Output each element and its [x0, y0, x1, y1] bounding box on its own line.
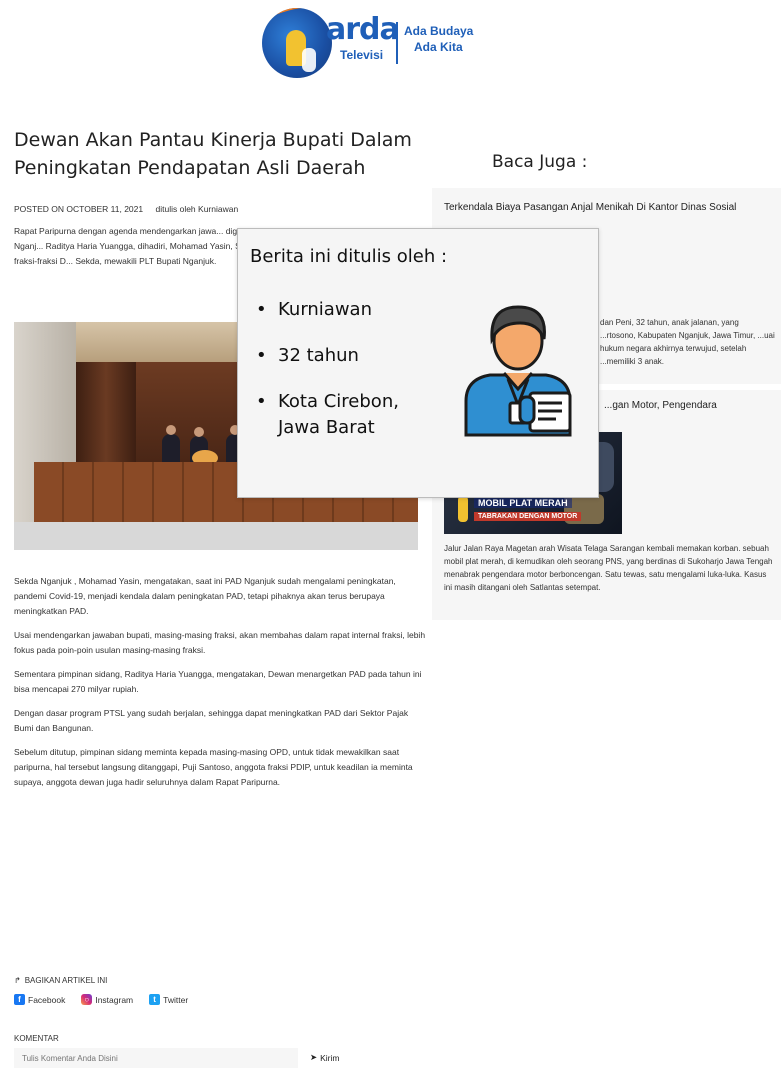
thumbnail-caption-2: TABRAKAN DENGAN MOTOR: [474, 512, 582, 521]
logo-emblem-icon: [262, 8, 332, 78]
share-buttons: f Facebook ○ Instagram t Twitter: [14, 994, 188, 1005]
logo-tagline-1: Ada Budaya: [404, 24, 474, 38]
share-facebook-label: Facebook: [28, 994, 66, 1005]
author-name: Kurniawan: [256, 297, 426, 323]
comment-input[interactable]: [14, 1048, 298, 1068]
article-paragraph: Sebelum ditutup, pimpinan sidang meminta…: [14, 747, 413, 787]
post-author: ditulis oleh Kurniawan: [155, 204, 239, 214]
related-article-title[interactable]: ...gan Motor, Pengendara: [604, 398, 774, 413]
share-twitter-button[interactable]: t Twitter: [149, 994, 188, 1005]
article-paragraph: Sementara pimpinan sidang, Raditya Haria…: [14, 669, 422, 694]
related-article-excerpt: Jalur Jalan Raya Magetan arah Wisata Tel…: [444, 544, 773, 592]
author-popup-title: Berita ini ditulis oleh :: [250, 246, 448, 267]
twitter-icon: t: [149, 994, 161, 1005]
author-location: Kota Cirebon, Jawa Barat: [256, 389, 426, 441]
send-comment-label: Kirim: [320, 1052, 340, 1063]
author-age: 32 tahun: [256, 343, 426, 369]
share-heading-label: BAGIKAN ARTIKEL INI: [24, 976, 108, 985]
thumbnail-caption-1: MOBIL PLAT MERAH: [474, 498, 572, 508]
comment-section-label: KOMENTAR: [14, 1034, 59, 1043]
site-logo[interactable]: arda Televisi Ada Budaya Ada Kita: [262, 6, 482, 80]
related-article-excerpt: dan Peni, 32 tahun, anak jalanan, yang .…: [600, 318, 775, 366]
share-facebook-button[interactable]: f Facebook: [14, 994, 65, 1005]
site-header: arda Televisi Ada Budaya Ada Kita: [0, 0, 781, 90]
share-instagram-button[interactable]: ○ Instagram: [81, 994, 133, 1005]
related-article-title[interactable]: Terkendala Biaya Pasangan Anjal Menikah …: [444, 200, 744, 215]
article-title: Dewan Akan Pantau Kinerja Bupati Dalam P…: [14, 129, 412, 179]
article-body: Sekda Nganjuk , Mohamad Yasin, mengataka…: [14, 574, 428, 799]
send-icon: ➤: [310, 1052, 318, 1062]
send-comment-button[interactable]: ➤ Kirim: [310, 1052, 339, 1063]
instagram-icon: ○: [81, 994, 93, 1005]
article-paragraph: Dengan dasar program PTSL yang sudah ber…: [14, 708, 409, 733]
facebook-icon: f: [14, 994, 25, 1005]
logo-wordmark: arda: [326, 12, 400, 47]
article-meta: POSTED ON OCTOBER 11, 2021 ditulis oleh …: [14, 204, 426, 214]
logo-tagline-2: Ada Kita: [414, 40, 463, 54]
author-info-popup: Berita ini ditulis oleh : Kurniawan 32 t…: [237, 228, 599, 498]
share-heading: ↱ BAGIKAN ARTIKEL INI: [14, 976, 107, 985]
reporter-icon: [464, 305, 572, 437]
author-details-list: Kurniawan 32 tahun Kota Cirebon, Jawa Ba…: [256, 297, 426, 461]
logo-divider: [396, 22, 398, 64]
article-paragraph: Sekda Nganjuk , Mohamad Yasin, mengataka…: [14, 576, 396, 616]
share-twitter-label: Twitter: [163, 994, 189, 1005]
sidebar-title: Baca Juga :: [492, 152, 588, 172]
logo-subtitle: Televisi: [340, 48, 384, 62]
share-section: ↱ BAGIKAN ARTIKEL INI: [14, 976, 107, 985]
post-date: POSTED ON OCTOBER 11, 2021: [14, 204, 144, 214]
article-paragraph: Usai mendengarkan jawaban bupati, masing…: [14, 630, 426, 655]
share-instagram-label: Instagram: [95, 994, 134, 1005]
share-icon: ↱: [14, 976, 21, 985]
